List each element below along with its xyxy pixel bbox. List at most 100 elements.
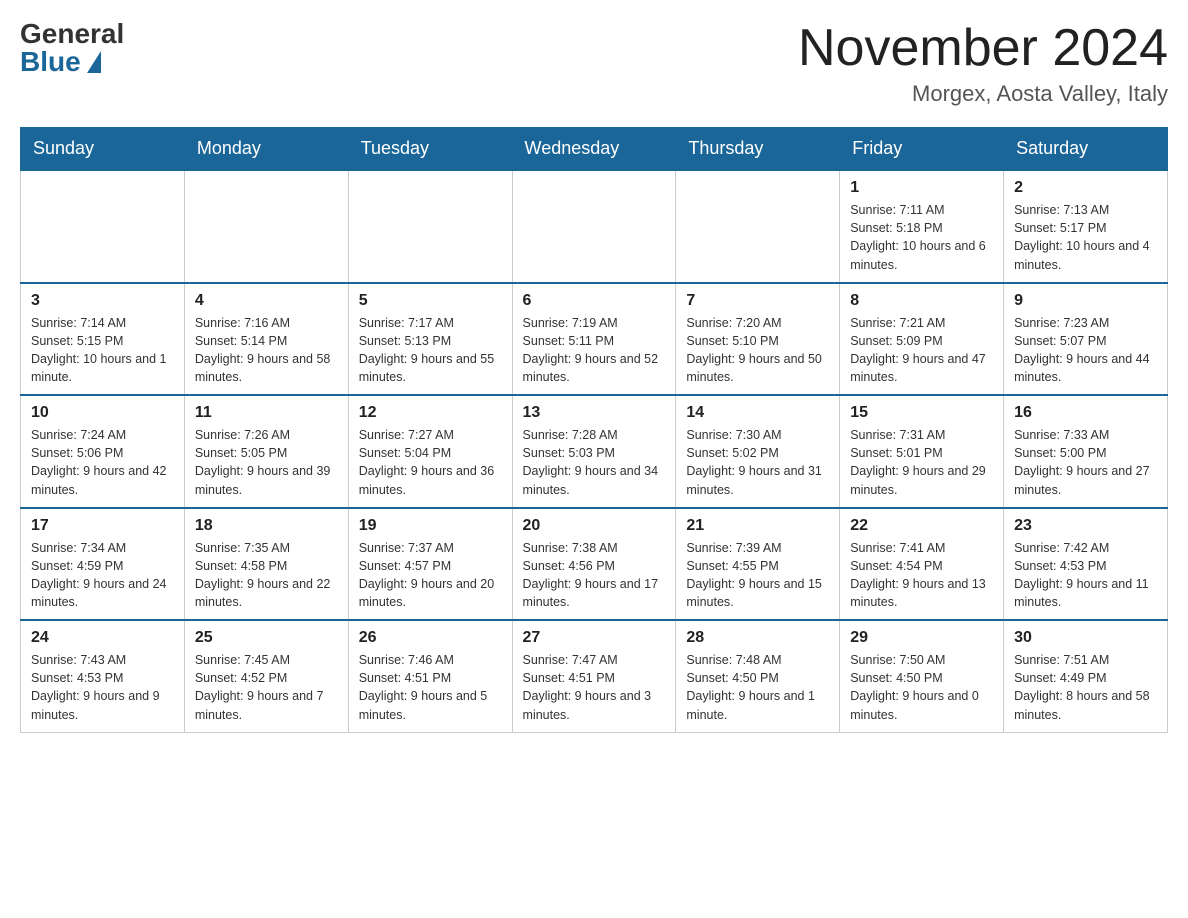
calendar-cell: 26 Sunrise: 7:46 AM Sunset: 4:51 PM Dayli… bbox=[348, 620, 512, 732]
day-info: Sunrise: 7:26 AM Sunset: 5:05 PM Dayligh… bbox=[195, 426, 338, 499]
calendar-cell: 17 Sunrise: 7:34 AM Sunset: 4:59 PM Dayli… bbox=[21, 508, 185, 621]
day-number: 16 bbox=[1014, 404, 1157, 422]
calendar-cell: 15Sunrise: 7:31 AM Sunset: 5:01 PM Dayli… bbox=[840, 395, 1004, 508]
calendar-cell bbox=[184, 170, 348, 283]
calendar-cell: 4 Sunrise: 7:16 AM Sunset: 5:14 PM Daylig… bbox=[184, 283, 348, 396]
calendar-cell: 24 Sunrise: 7:43 AM Sunset: 4:53 PM Dayli… bbox=[21, 620, 185, 732]
day-info: Sunrise: 7:33 AM Sunset: 5:00 PM Dayligh… bbox=[1014, 426, 1157, 499]
day-of-week-header: Monday bbox=[184, 128, 348, 171]
day-number: 15 bbox=[850, 404, 993, 422]
day-info: Sunrise: 7:39 AM Sunset: 4:55 PM Dayligh… bbox=[686, 539, 829, 612]
day-number: 23 bbox=[1014, 517, 1157, 535]
day-number: 7 bbox=[686, 292, 829, 310]
day-number: 17 bbox=[31, 517, 174, 535]
logo-triangle-icon bbox=[87, 51, 101, 73]
day-number: 18 bbox=[195, 517, 338, 535]
day-number: 20 bbox=[523, 517, 666, 535]
calendar-cell: 13Sunrise: 7:28 AM Sunset: 5:03 PM Dayli… bbox=[512, 395, 676, 508]
day-info: Sunrise: 7:37 AM Sunset: 4:57 PM Dayligh… bbox=[359, 539, 502, 612]
day-info: Sunrise: 7:14 AM Sunset: 5:15 PM Dayligh… bbox=[31, 314, 174, 387]
day-number: 22 bbox=[850, 517, 993, 535]
calendar-cell: 30 Sunrise: 7:51 AM Sunset: 4:49 PM Dayli… bbox=[1004, 620, 1168, 732]
day-info: Sunrise: 7:28 AM Sunset: 5:03 PM Dayligh… bbox=[523, 426, 666, 499]
calendar-cell: 21 Sunrise: 7:39 AM Sunset: 4:55 PM Dayli… bbox=[676, 508, 840, 621]
day-number: 26 bbox=[359, 629, 502, 647]
day-info: Sunrise: 7:23 AM Sunset: 5:07 PM Dayligh… bbox=[1014, 314, 1157, 387]
calendar-cell: 14Sunrise: 7:30 AM Sunset: 5:02 PM Dayli… bbox=[676, 395, 840, 508]
day-info: Sunrise: 7:41 AM Sunset: 4:54 PM Dayligh… bbox=[850, 539, 993, 612]
day-info: Sunrise: 7:46 AM Sunset: 4:51 PM Dayligh… bbox=[359, 651, 502, 724]
calendar-cell: 19 Sunrise: 7:37 AM Sunset: 4:57 PM Dayli… bbox=[348, 508, 512, 621]
day-info: Sunrise: 7:27 AM Sunset: 5:04 PM Dayligh… bbox=[359, 426, 502, 499]
day-info: Sunrise: 7:43 AM Sunset: 4:53 PM Dayligh… bbox=[31, 651, 174, 724]
calendar-cell: 25Sunrise: 7:45 AM Sunset: 4:52 PM Dayli… bbox=[184, 620, 348, 732]
day-info: Sunrise: 7:13 AM Sunset: 5:17 PM Dayligh… bbox=[1014, 201, 1157, 274]
day-number: 29 bbox=[850, 629, 993, 647]
calendar-cell: 11Sunrise: 7:26 AM Sunset: 5:05 PM Dayli… bbox=[184, 395, 348, 508]
week-row: 1 Sunrise: 7:11 AM Sunset: 5:18 PM Daylig… bbox=[21, 170, 1168, 283]
day-info: Sunrise: 7:17 AM Sunset: 5:13 PM Dayligh… bbox=[359, 314, 502, 387]
calendar-cell: 5 Sunrise: 7:17 AM Sunset: 5:13 PM Daylig… bbox=[348, 283, 512, 396]
week-row: 17 Sunrise: 7:34 AM Sunset: 4:59 PM Dayli… bbox=[21, 508, 1168, 621]
calendar-cell: 12 Sunrise: 7:27 AM Sunset: 5:04 PM Dayli… bbox=[348, 395, 512, 508]
day-info: Sunrise: 7:11 AM Sunset: 5:18 PM Dayligh… bbox=[850, 201, 993, 274]
week-row: 3 Sunrise: 7:14 AM Sunset: 5:15 PM Daylig… bbox=[21, 283, 1168, 396]
day-of-week-header: Sunday bbox=[21, 128, 185, 171]
calendar-cell: 16 Sunrise: 7:33 AM Sunset: 5:00 PM Dayli… bbox=[1004, 395, 1168, 508]
calendar-header-row: SundayMondayTuesdayWednesdayThursdayFrid… bbox=[21, 128, 1168, 171]
calendar-cell: 6Sunrise: 7:19 AM Sunset: 5:11 PM Daylig… bbox=[512, 283, 676, 396]
day-number: 27 bbox=[523, 629, 666, 647]
month-title: November 2024 bbox=[798, 20, 1168, 77]
logo-general-text: General bbox=[20, 20, 124, 48]
day-of-week-header: Wednesday bbox=[512, 128, 676, 171]
day-number: 14 bbox=[686, 404, 829, 422]
day-info: Sunrise: 7:50 AM Sunset: 4:50 PM Dayligh… bbox=[850, 651, 993, 724]
day-info: Sunrise: 7:48 AM Sunset: 4:50 PM Dayligh… bbox=[686, 651, 829, 724]
day-of-week-header: Tuesday bbox=[348, 128, 512, 171]
page-header: General Blue November 2024 Morgex, Aosta… bbox=[20, 20, 1168, 107]
logo: General Blue bbox=[20, 20, 124, 76]
day-info: Sunrise: 7:47 AM Sunset: 4:51 PM Dayligh… bbox=[523, 651, 666, 724]
calendar-cell bbox=[21, 170, 185, 283]
calendar-cell: 22 Sunrise: 7:41 AM Sunset: 4:54 PM Dayli… bbox=[840, 508, 1004, 621]
calendar-cell: 8 Sunrise: 7:21 AM Sunset: 5:09 PM Daylig… bbox=[840, 283, 1004, 396]
day-info: Sunrise: 7:51 AM Sunset: 4:49 PM Dayligh… bbox=[1014, 651, 1157, 724]
day-info: Sunrise: 7:20 AM Sunset: 5:10 PM Dayligh… bbox=[686, 314, 829, 387]
calendar-cell: 7 Sunrise: 7:20 AM Sunset: 5:10 PM Daylig… bbox=[676, 283, 840, 396]
day-of-week-header: Friday bbox=[840, 128, 1004, 171]
day-number: 21 bbox=[686, 517, 829, 535]
day-number: 3 bbox=[31, 292, 174, 310]
calendar-cell: 20 Sunrise: 7:38 AM Sunset: 4:56 PM Dayli… bbox=[512, 508, 676, 621]
day-info: Sunrise: 7:34 AM Sunset: 4:59 PM Dayligh… bbox=[31, 539, 174, 612]
day-number: 30 bbox=[1014, 629, 1157, 647]
day-of-week-header: Saturday bbox=[1004, 128, 1168, 171]
day-number: 19 bbox=[359, 517, 502, 535]
title-section: November 2024 Morgex, Aosta Valley, Ital… bbox=[798, 20, 1168, 107]
day-of-week-header: Thursday bbox=[676, 128, 840, 171]
day-info: Sunrise: 7:38 AM Sunset: 4:56 PM Dayligh… bbox=[523, 539, 666, 612]
calendar-cell: 9 Sunrise: 7:23 AM Sunset: 5:07 PM Daylig… bbox=[1004, 283, 1168, 396]
day-number: 10 bbox=[31, 404, 174, 422]
calendar-cell: 18 Sunrise: 7:35 AM Sunset: 4:58 PM Dayli… bbox=[184, 508, 348, 621]
calendar-cell: 10Sunrise: 7:24 AM Sunset: 5:06 PM Dayli… bbox=[21, 395, 185, 508]
day-number: 9 bbox=[1014, 292, 1157, 310]
calendar-cell: 23Sunrise: 7:42 AM Sunset: 4:53 PM Dayli… bbox=[1004, 508, 1168, 621]
logo-blue-text: Blue bbox=[20, 48, 101, 76]
day-number: 6 bbox=[523, 292, 666, 310]
day-info: Sunrise: 7:16 AM Sunset: 5:14 PM Dayligh… bbox=[195, 314, 338, 387]
day-number: 2 bbox=[1014, 179, 1157, 197]
day-number: 28 bbox=[686, 629, 829, 647]
day-number: 8 bbox=[850, 292, 993, 310]
calendar-cell bbox=[676, 170, 840, 283]
day-info: Sunrise: 7:35 AM Sunset: 4:58 PM Dayligh… bbox=[195, 539, 338, 612]
day-number: 12 bbox=[359, 404, 502, 422]
day-number: 4 bbox=[195, 292, 338, 310]
calendar-table: SundayMondayTuesdayWednesdayThursdayFrid… bbox=[20, 127, 1168, 733]
week-row: 24 Sunrise: 7:43 AM Sunset: 4:53 PM Dayli… bbox=[21, 620, 1168, 732]
day-number: 1 bbox=[850, 179, 993, 197]
calendar-cell: 2 Sunrise: 7:13 AM Sunset: 5:17 PM Daylig… bbox=[1004, 170, 1168, 283]
day-number: 5 bbox=[359, 292, 502, 310]
day-info: Sunrise: 7:21 AM Sunset: 5:09 PM Dayligh… bbox=[850, 314, 993, 387]
calendar-cell bbox=[348, 170, 512, 283]
day-number: 24 bbox=[31, 629, 174, 647]
